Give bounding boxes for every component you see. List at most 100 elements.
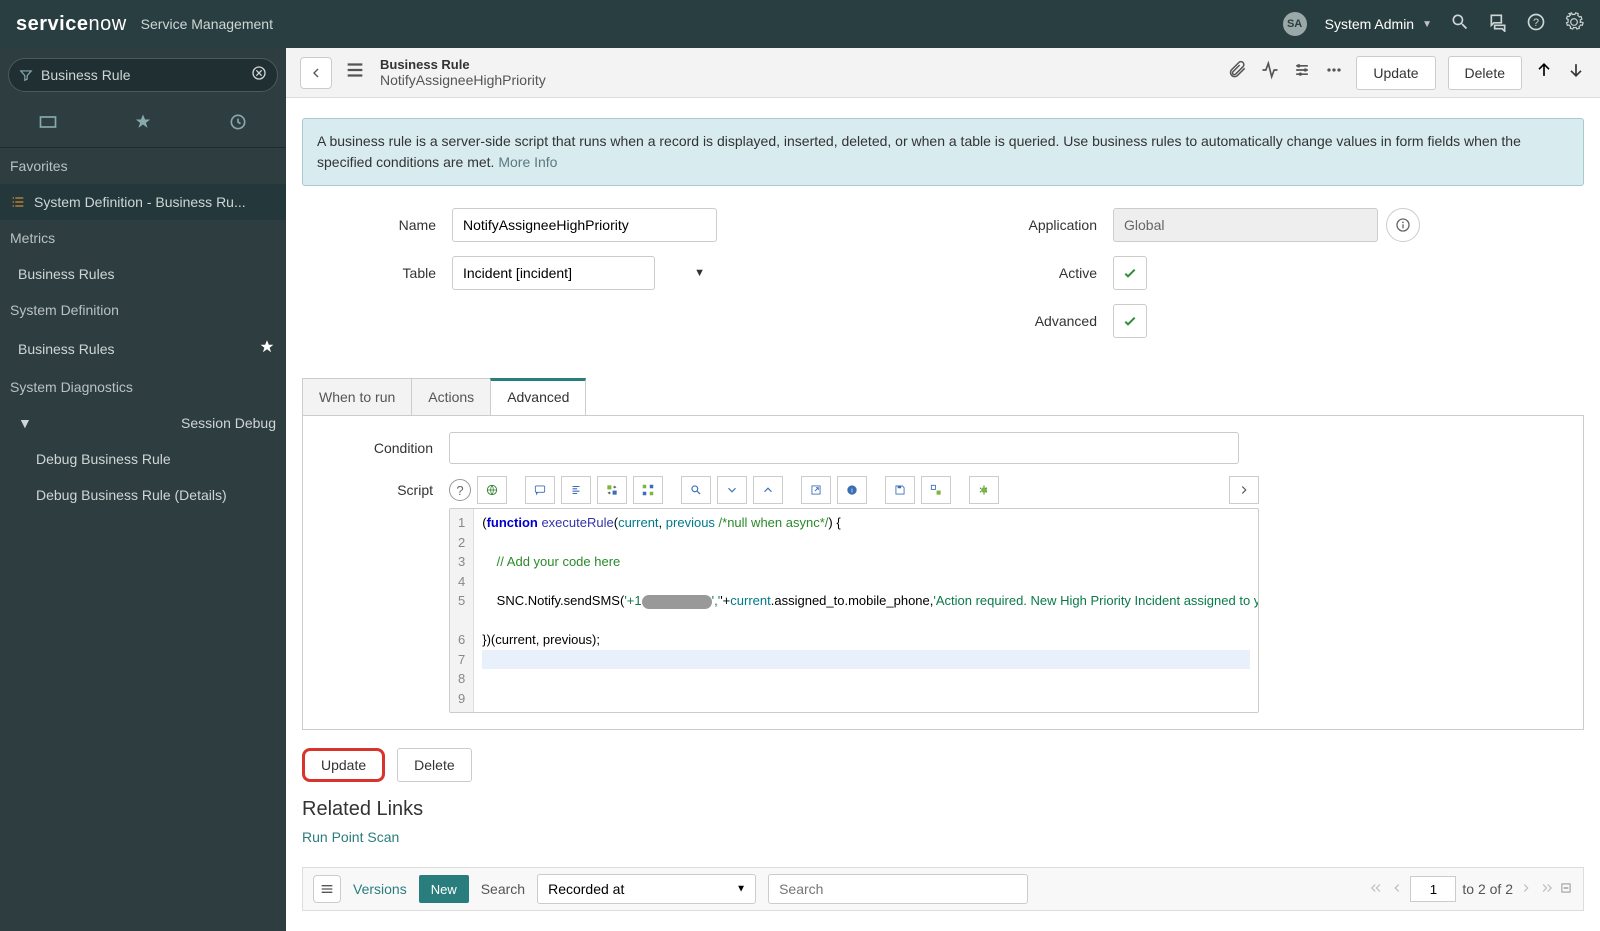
script-up-icon[interactable] (753, 476, 783, 504)
nav-item-business-rules-2[interactable]: Business Rules (0, 328, 286, 369)
svg-text:i: i (851, 487, 852, 494)
tab-panel-advanced: Condition Script ? (302, 416, 1584, 730)
script-info-icon[interactable]: i (837, 476, 867, 504)
script-save-icon[interactable] (885, 476, 915, 504)
help-icon[interactable]: ? (1526, 12, 1546, 37)
nav-item-debug-br[interactable]: Debug Business Rule (0, 441, 286, 477)
script-comment-icon[interactable] (525, 476, 555, 504)
search-field-select[interactable] (537, 874, 756, 904)
list-pager: to 2 of 2 (1370, 876, 1573, 902)
related-links-heading: Related Links (302, 798, 1584, 821)
script-globe-icon[interactable] (477, 476, 507, 504)
label-script: Script (319, 476, 449, 498)
redacted-phone (642, 595, 712, 609)
script-toggle-icon[interactable] (921, 476, 951, 504)
nav-item-debug-br-details[interactable]: Debug Business Rule (Details) (0, 477, 286, 513)
field-application (1113, 208, 1378, 242)
activity-icon[interactable] (1260, 60, 1280, 85)
next-record-icon[interactable] (1566, 60, 1586, 85)
back-button[interactable] (300, 57, 332, 89)
header-update-button[interactable]: Update (1356, 56, 1435, 90)
chat-icon[interactable] (1488, 12, 1508, 37)
nav-filter-text: Business Rule (41, 67, 251, 83)
script-toolbar: ? i (449, 476, 1259, 504)
settings-gear-icon[interactable] (1564, 12, 1584, 37)
personalize-icon[interactable] (1292, 60, 1312, 85)
pager-last-icon[interactable] (1539, 881, 1553, 898)
label-active: Active (963, 265, 1113, 281)
script-replace-all-icon[interactable] (633, 476, 663, 504)
pager-prev-icon[interactable] (1390, 881, 1404, 898)
nav-history-icon[interactable] (228, 112, 248, 137)
prev-record-icon[interactable] (1534, 60, 1554, 85)
field-name[interactable] (452, 208, 717, 242)
script-down-icon[interactable] (717, 476, 747, 504)
form-menu-icon[interactable] (344, 59, 366, 86)
pager-first-icon[interactable] (1370, 881, 1384, 898)
header-delete-button[interactable]: Delete (1448, 56, 1522, 90)
related-links: Related Links Run Point Scan (302, 798, 1584, 847)
checkbox-active[interactable] (1113, 256, 1147, 290)
pager-current-page[interactable] (1410, 876, 1456, 902)
tab-advanced[interactable]: Advanced (490, 378, 586, 415)
script-format-icon[interactable] (561, 476, 591, 504)
nav-section-sysdef[interactable]: System Definition (0, 292, 286, 328)
nav-filter[interactable]: Business Rule (8, 58, 278, 92)
script-popout-icon[interactable] (801, 476, 831, 504)
script-help-icon[interactable]: ? (449, 479, 471, 501)
nav-all-icon[interactable] (38, 112, 58, 137)
nav-sidebar: Business Rule Favorites System Definitio… (0, 48, 286, 931)
script-search-icon[interactable] (681, 476, 711, 504)
line-gutter: 123456789 (450, 509, 474, 712)
field-condition[interactable] (449, 432, 1239, 464)
field-table[interactable] (452, 256, 655, 290)
user-name[interactable]: System Admin (1325, 16, 1414, 32)
script-replace-icon[interactable] (597, 476, 627, 504)
script-editor[interactable]: 123456789 (function executeRule(current,… (449, 508, 1259, 713)
svg-text:?: ? (1533, 17, 1539, 29)
pager-range: to 2 of 2 (1462, 881, 1513, 897)
user-menu-caret-icon[interactable]: ▼ (1422, 19, 1432, 30)
tab-actions[interactable]: Actions (411, 378, 491, 415)
tab-when-to-run[interactable]: When to run (302, 378, 412, 415)
related-list-bar: Versions New Search ▼ to 2 of 2 (302, 867, 1584, 911)
nav-favorites-icon[interactable] (133, 112, 153, 137)
app-info-icon[interactable] (1386, 208, 1420, 242)
form-tabs: When to run Actions Advanced (302, 378, 1584, 416)
checkbox-advanced[interactable] (1113, 304, 1147, 338)
record-name: NotifyAssigneeHighPriority (380, 72, 546, 88)
user-avatar[interactable]: SA (1283, 12, 1307, 36)
new-version-button[interactable]: New (419, 875, 469, 903)
nav-recent-item[interactable]: System Definition - Business Ru... (0, 184, 286, 220)
update-button[interactable]: Update (302, 748, 385, 782)
nav-item-business-rules-1[interactable]: Business Rules (0, 256, 286, 292)
delete-button[interactable]: Delete (397, 748, 471, 782)
nav-section-metrics[interactable]: Metrics (0, 220, 286, 256)
pager-next-icon[interactable] (1519, 881, 1533, 898)
search-icon[interactable] (1450, 12, 1470, 37)
label-table: Table (302, 265, 452, 281)
script-debug-icon[interactable] (969, 476, 999, 504)
record-type: Business Rule (380, 57, 546, 72)
label-advanced: Advanced (963, 313, 1113, 329)
info-banner: A business rule is a server-side script … (302, 118, 1584, 186)
code-body[interactable]: (function executeRule(current, previous … (474, 509, 1258, 712)
nav-section-sysdiag[interactable]: System Diagnostics (0, 369, 286, 405)
label-condition: Condition (319, 440, 449, 456)
favorite-star-icon[interactable] (258, 338, 276, 359)
versions-label[interactable]: Versions (353, 881, 407, 897)
pager-collapse-icon[interactable] (1559, 881, 1573, 898)
label-name: Name (302, 217, 452, 233)
nav-item-session-debug[interactable]: ▼Session Debug (0, 405, 286, 441)
list-search-input[interactable] (768, 874, 1028, 904)
more-actions-icon[interactable] (1324, 60, 1344, 85)
script-expand-icon[interactable] (1229, 476, 1259, 504)
attachment-icon[interactable] (1228, 60, 1248, 85)
run-point-scan-link[interactable]: Run Point Scan (302, 829, 399, 845)
more-info-link[interactable]: More Info (498, 154, 557, 170)
list-menu-icon[interactable] (313, 875, 341, 903)
page-header: Business Rule NotifyAssigneeHighPriority… (286, 48, 1600, 98)
brand-logo: servicenow (16, 13, 127, 36)
label-application: Application (963, 217, 1113, 233)
clear-filter-icon[interactable] (251, 65, 267, 86)
